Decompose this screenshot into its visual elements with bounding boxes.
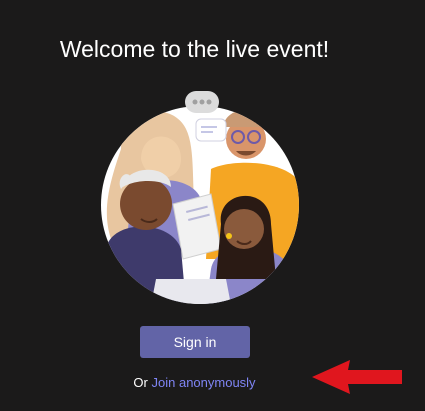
people-group-illustration bbox=[101, 91, 299, 304]
page-title: Welcome to the live event! bbox=[59, 36, 330, 62]
live-event-welcome-screen: Welcome to the live event! Sign in Or Jo… bbox=[0, 0, 425, 411]
join-anonymously-link[interactable]: Join anonymously bbox=[152, 375, 256, 390]
join-prefix-text: Or bbox=[133, 375, 148, 390]
sign-in-button[interactable]: Sign in bbox=[140, 326, 250, 358]
red-arrow-left-icon bbox=[312, 360, 402, 394]
